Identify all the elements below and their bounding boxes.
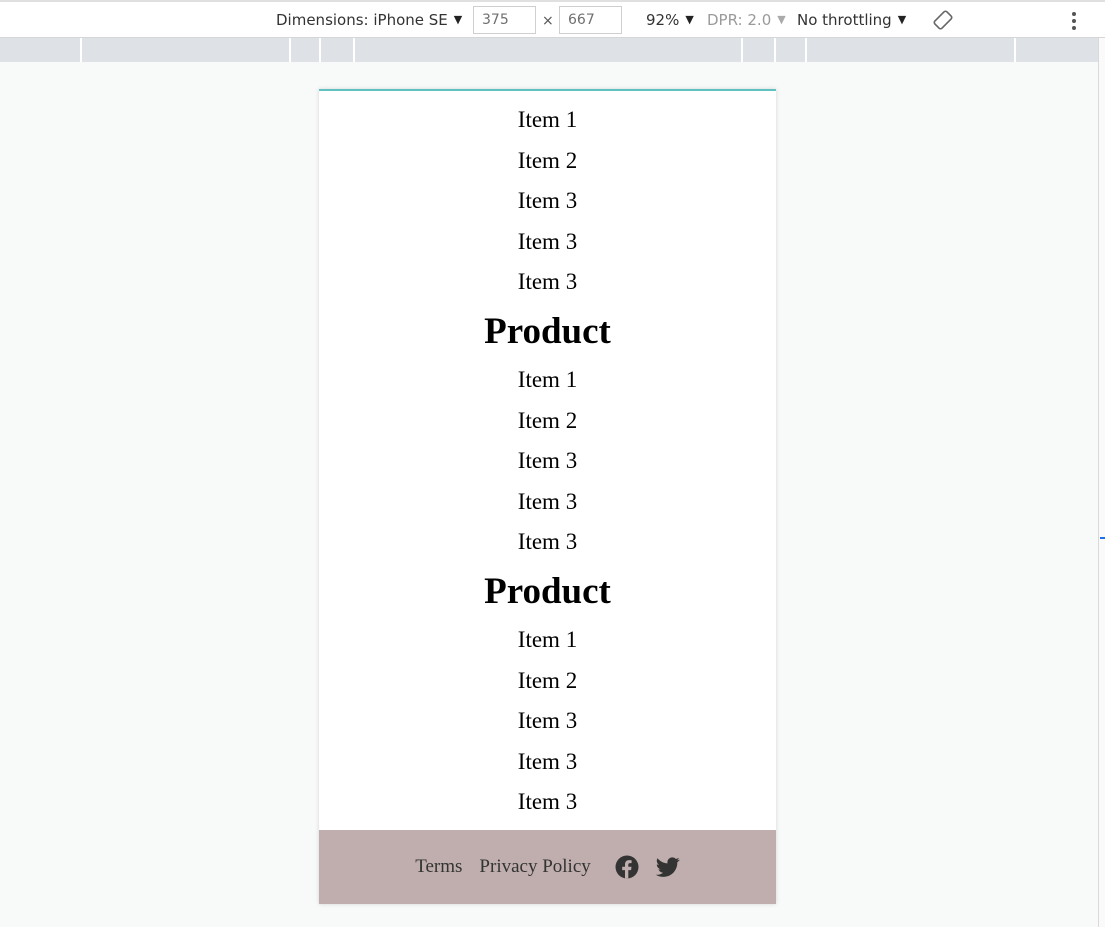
terms-link[interactable]: Terms: [415, 856, 462, 878]
twitter-icon[interactable]: [655, 855, 680, 879]
device-toolbar: Dimensions: iPhone SE ▼ 375 × 667 92% ▼ DP…: [0, 0, 1105, 38]
privacy-policy-link[interactable]: Privacy Policy: [479, 856, 590, 878]
device-dimensions-label: Dimensions: iPhone SE: [276, 11, 448, 29]
times-symbol: ×: [542, 13, 554, 29]
side-panel-marker: [1100, 537, 1105, 539]
media-query-segment[interactable]: [774, 38, 776, 62]
side-panel-edge: [1098, 38, 1105, 927]
list-item: Item 3: [517, 448, 578, 474]
throttling-select[interactable]: No throttling ▼: [797, 10, 906, 30]
media-query-bar: [0, 38, 1098, 62]
product-section: Item 1 Item 2 Item 3 Item 3 Item 3: [319, 100, 776, 303]
list-item: Item 3: [517, 188, 578, 214]
list-item: Item 1: [517, 366, 578, 392]
facebook-icon[interactable]: [615, 855, 639, 879]
height-input[interactable]: 667: [559, 6, 622, 34]
page-footer: Terms Privacy Policy: [319, 830, 776, 904]
chevron-down-icon: ▼: [453, 13, 463, 26]
list-item: Item 2: [517, 147, 578, 173]
list-item: Item 1: [517, 626, 578, 652]
list-item: Item 3: [517, 529, 578, 555]
media-query-segment[interactable]: [741, 38, 743, 62]
media-query-segment[interactable]: [805, 38, 807, 62]
list-item: Item 3: [517, 748, 578, 774]
list-item: Item 3: [517, 269, 578, 295]
media-query-segment[interactable]: [289, 38, 291, 62]
zoom-select[interactable]: 92% ▼: [646, 10, 694, 30]
section-title: Product: [484, 570, 611, 612]
width-input[interactable]: 375: [473, 6, 536, 34]
list-item: Item 2: [517, 667, 578, 693]
zoom-label: 92%: [646, 11, 680, 29]
dpr-label: DPR: 2.0: [707, 11, 772, 29]
more-options-icon[interactable]: [1068, 11, 1080, 31]
list-item: Item 3: [517, 488, 578, 514]
dpr-select[interactable]: DPR: 2.0 ▼: [707, 10, 786, 30]
media-query-segment[interactable]: [1014, 38, 1016, 62]
throttling-label: No throttling: [797, 11, 892, 29]
chevron-down-icon: ▼: [777, 13, 786, 26]
chevron-down-icon: ▼: [685, 13, 694, 26]
media-query-segment[interactable]: [353, 38, 355, 62]
product-section: Product Item 1 Item 2 Item 3 Item 3 Item…: [319, 563, 776, 823]
list-item: Item 3: [517, 228, 578, 254]
media-query-segment[interactable]: [80, 38, 82, 62]
list-item: Item 2: [517, 407, 578, 433]
page-content: Item 1 Item 2 Item 3 Item 3 Item 3 Produ…: [319, 91, 776, 823]
chevron-down-icon: ▼: [897, 13, 907, 26]
section-title: Product: [484, 310, 611, 352]
list-item: Item 3: [517, 789, 578, 815]
list-item: Item 1: [517, 107, 578, 132]
device-viewport: Item 1 Item 2 Item 3 Item 3 Item 3 Produ…: [319, 89, 776, 904]
device-dimensions-select[interactable]: Dimensions: iPhone SE ▼: [276, 10, 462, 30]
product-section: Product Item 1 Item 2 Item 3 Item 3 Item…: [319, 303, 776, 563]
list-item: Item 3: [517, 708, 578, 734]
media-query-segment[interactable]: [319, 38, 321, 62]
rotate-icon[interactable]: [933, 10, 953, 30]
